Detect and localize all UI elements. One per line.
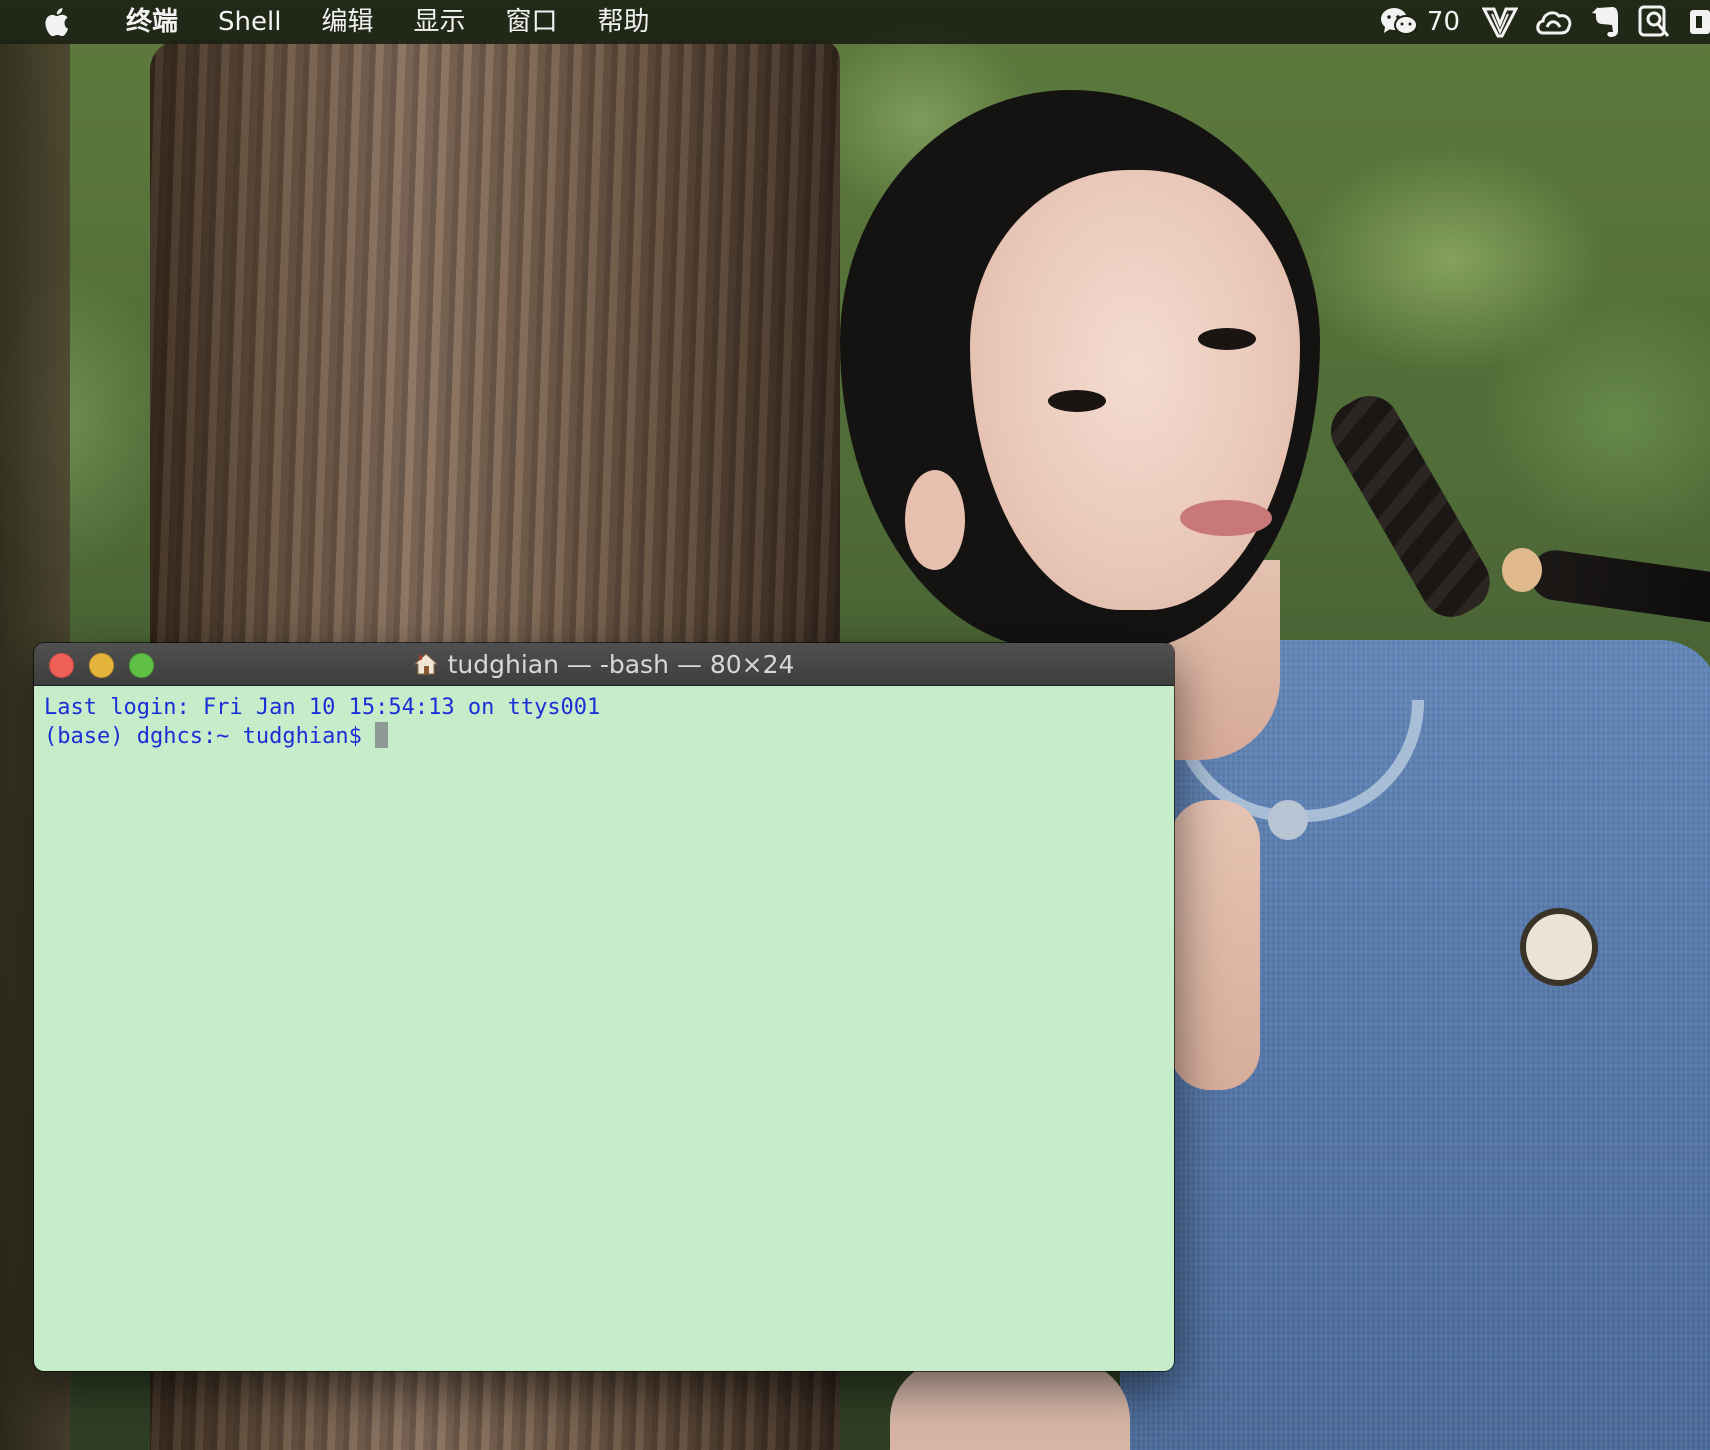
window-title-text: tudghian — -bash — 80×24 — [447, 649, 795, 679]
wallpaper-hair-tie — [1502, 548, 1542, 592]
wallpaper-button-knot — [1268, 800, 1308, 840]
menu-shell[interactable]: Shell — [198, 0, 301, 44]
wallpaper-ear — [905, 470, 965, 570]
apple-menu-icon[interactable] — [36, 0, 76, 44]
status-menu: 70 — [1371, 0, 1710, 44]
terminal-content[interactable]: Last login: Fri Jan 10 15:54:13 on ttys0… — [34, 686, 1174, 1371]
terminal-prompt: (base) dghcs:~ tudghian$ — [44, 724, 376, 749]
menu-terminal[interactable]: 终端 — [106, 0, 198, 44]
wallpaper-eye-right — [1198, 328, 1256, 350]
menu-help[interactable]: 帮助 — [578, 0, 670, 44]
wechat-icon[interactable] — [1379, 0, 1419, 44]
menu-window[interactable]: 窗口 — [485, 0, 577, 44]
desktop: 终端 Shell 编辑 显示 窗口 帮助 70 tudghian — -bash… — [0, 0, 1710, 1450]
wallpaper-lips — [1180, 500, 1272, 536]
window-title: tudghian — -bash — 80×24 — [34, 643, 1174, 685]
evernote-icon[interactable] — [1590, 0, 1622, 44]
menu-view[interactable]: 显示 — [393, 0, 485, 44]
wechat-unread-count[interactable]: 70 — [1427, 7, 1460, 37]
window-titlebar[interactable]: tudghian — -bash — 80×24 — [34, 643, 1174, 686]
creative-cloud-icon[interactable] — [1534, 0, 1574, 44]
wallpaper-arm — [890, 1360, 1130, 1450]
vim-icon[interactable] — [1482, 0, 1518, 44]
terminal-cursor — [375, 722, 389, 748]
wallpaper-hand — [1170, 800, 1260, 1090]
terminal-window[interactable]: tudghian — -bash — 80×24 Last login: Fri… — [34, 643, 1174, 1371]
app-icon[interactable] — [1688, 0, 1710, 44]
menu-bar: 终端 Shell 编辑 显示 窗口 帮助 70 — [0, 0, 1710, 44]
menu-edit[interactable]: 编辑 — [301, 0, 393, 44]
terminal-prompt-line: (base) dghcs:~ tudghian$ — [44, 722, 1164, 751]
wallpaper-eye-left — [1048, 390, 1106, 412]
home-folder-icon — [413, 652, 438, 676]
wallpaper-badge — [1520, 908, 1598, 986]
terminal-line: Last login: Fri Jan 10 15:54:13 on ttys0… — [44, 695, 601, 720]
search-app-icon[interactable] — [1638, 0, 1672, 44]
